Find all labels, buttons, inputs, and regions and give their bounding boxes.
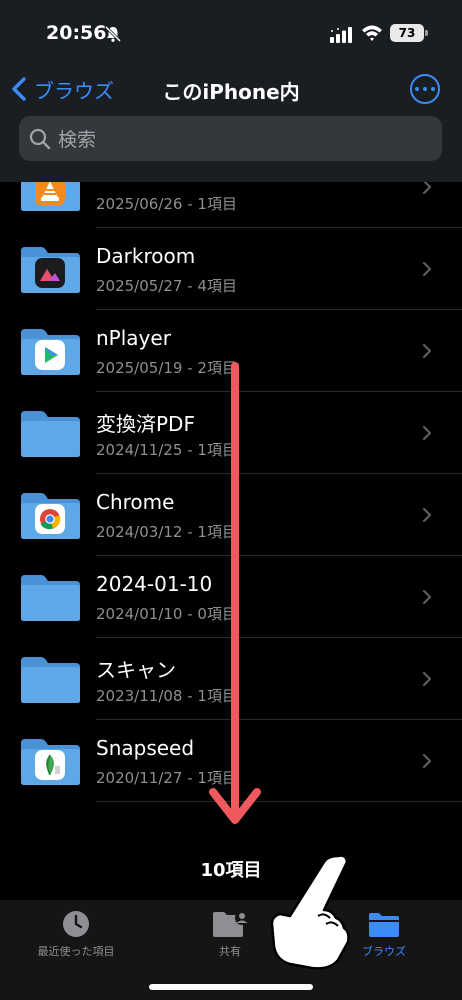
row-separator: [96, 801, 462, 802]
folder-name: nPlayer: [96, 326, 171, 350]
folder-icon: [21, 575, 80, 621]
magnifier-icon: [29, 128, 51, 149]
folder-name: Snapseed: [96, 736, 195, 760]
pointing-hand-icon: [270, 854, 350, 970]
chevron-right-icon: [422, 671, 432, 687]
wifi-icon: [362, 25, 382, 41]
tab-shared-label: 共有: [219, 945, 241, 958]
item-count: 10項目: [200, 860, 262, 881]
chevron-right-icon: [422, 589, 432, 605]
page-title: このiPhone内: [162, 80, 300, 104]
status-bar: 20:56 73: [0, 0, 462, 64]
shared-folder-icon: [213, 911, 249, 937]
folder-name: VLC: [96, 182, 135, 186]
folder-name: Chrome: [96, 490, 175, 514]
ellipsis-circle-icon[interactable]: [410, 74, 440, 104]
chrome-app-icon: [35, 504, 65, 534]
chevron-right-icon: [422, 261, 432, 277]
folder-name: 2024-01-10: [96, 572, 213, 596]
clock-icon: [63, 911, 89, 937]
tab-recent[interactable]: 最近使った項目: [16, 910, 136, 959]
folder-row[interactable]: VLC 2025/06/26 - 1項目: [0, 182, 462, 228]
search-placeholder: 検索: [58, 129, 97, 151]
tab-recent-label: 最近使った項目: [37, 945, 115, 958]
chevron-right-icon: [422, 507, 432, 523]
tab-browse-label: ブラウズ: [362, 945, 406, 958]
folder-name: スキャン: [96, 658, 176, 682]
chevron-right-icon: [422, 343, 432, 359]
vlc-app-icon: [35, 182, 65, 206]
folder-fill-icon: [369, 913, 399, 937]
folder-icon: [21, 657, 80, 703]
chevron-right-icon: [422, 425, 432, 441]
battery-icon: 73: [390, 24, 428, 42]
chevron-right-icon: [422, 182, 432, 195]
folder-meta: 2025/05/27 - 4項目: [96, 277, 237, 295]
darkroom-app-icon: [35, 258, 65, 288]
status-time: 20:56: [46, 22, 107, 44]
folder-row[interactable]: Darkroom 2025/05/27 - 4項目: [0, 228, 462, 310]
chevron-right-icon: [422, 753, 432, 769]
folder-icon: [21, 411, 80, 457]
search-field[interactable]: 検索: [19, 116, 442, 161]
home-indicator: [149, 984, 313, 990]
scroll-down-arrow-annotation: [209, 362, 261, 824]
bell-slash-icon: [104, 25, 122, 43]
nav-header: ブラウズ このiPhone内 検索: [0, 64, 462, 182]
nplayer-app-icon: [35, 340, 65, 370]
folder-name: Darkroom: [96, 244, 196, 268]
folder-meta: 2025/06/26 - 1項目: [96, 195, 237, 213]
snapseed-app-icon: [35, 750, 65, 780]
folder-name: 変換済PDF: [96, 412, 195, 436]
cellular-signal-icon: [330, 27, 352, 43]
